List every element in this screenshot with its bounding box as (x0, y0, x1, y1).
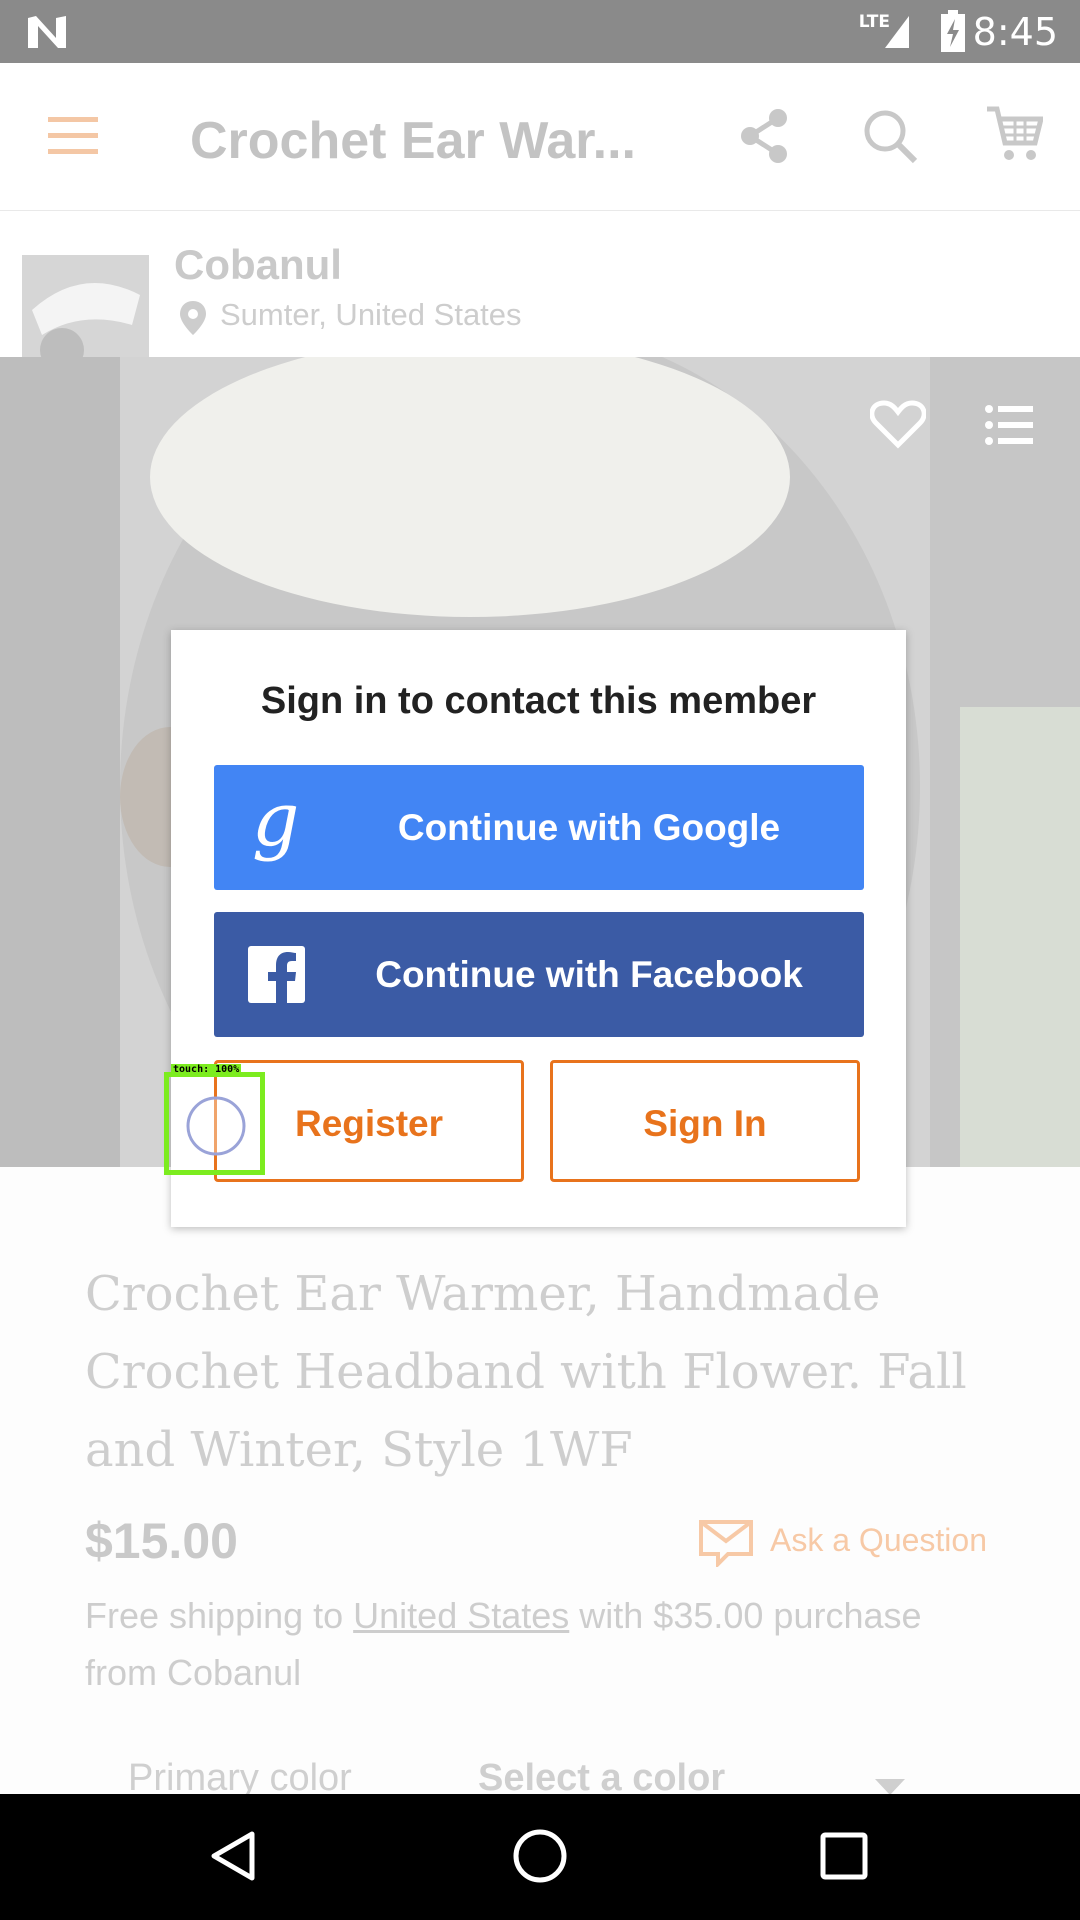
product-details: Crochet Ear Warmer, Handmade Crochet Hea… (0, 1167, 1080, 1799)
touch-point-icon (186, 1096, 246, 1156)
battery-charging-icon (941, 10, 965, 52)
notification-n-icon (28, 16, 66, 48)
status-bar: LTE 8:45 (0, 0, 1080, 63)
seller-name[interactable]: Cobanul (174, 241, 342, 289)
app-bar: Crochet Ear War... (0, 63, 1080, 211)
menu-icon[interactable] (48, 115, 98, 157)
touch-indicator-label: touch: 100% (171, 1064, 242, 1076)
page-title: Crochet Ear War... (190, 112, 636, 170)
signal-icon (885, 16, 909, 48)
cart-icon[interactable] (985, 105, 1043, 163)
sign-in-button[interactable]: Sign In (550, 1060, 860, 1182)
google-g-icon: g (252, 777, 300, 863)
list-menu-icon[interactable] (985, 405, 1033, 445)
dialog-title: Sign in to contact this member (260, 680, 817, 722)
navigation-bar (0, 1794, 1080, 1920)
back-icon[interactable] (210, 1830, 256, 1882)
facebook-button-label: Continue with Facebook (375, 954, 803, 995)
seller-location: Sumter, United States (220, 297, 522, 332)
home-icon[interactable] (512, 1828, 568, 1884)
shipping-info: Free shipping to United States with $35.… (85, 1595, 922, 1693)
seller-row[interactable]: Cobanul Sumter, United States (0, 211, 1080, 380)
facebook-icon (248, 946, 305, 1003)
share-icon[interactable] (738, 108, 790, 164)
sign-in-dialog: Sign in to contact this member g Continu… (171, 630, 906, 1227)
favorite-heart-icon[interactable] (870, 399, 926, 449)
shipping-country-link[interactable]: United States (353, 1595, 569, 1636)
product-price: $15.00 (85, 1513, 238, 1569)
continue-with-facebook-button[interactable]: Continue with Facebook (214, 912, 864, 1037)
touch-indicator: touch: 100% (164, 1064, 265, 1175)
google-button-label: Continue with Google (397, 807, 781, 848)
clock: 8:45 (972, 10, 1058, 54)
continue-with-google-button[interactable]: g Continue with Google (214, 765, 864, 890)
mail-icon[interactable] (698, 1519, 754, 1567)
chevron-down-icon[interactable] (875, 1779, 905, 1795)
ask-question-link[interactable]: Ask a Question (770, 1522, 987, 1559)
search-icon[interactable] (862, 108, 918, 164)
location-pin-icon (180, 301, 206, 335)
product-title: Crochet Ear Warmer, Handmade Crochet Hea… (85, 1266, 967, 1478)
recents-icon[interactable] (820, 1832, 868, 1880)
